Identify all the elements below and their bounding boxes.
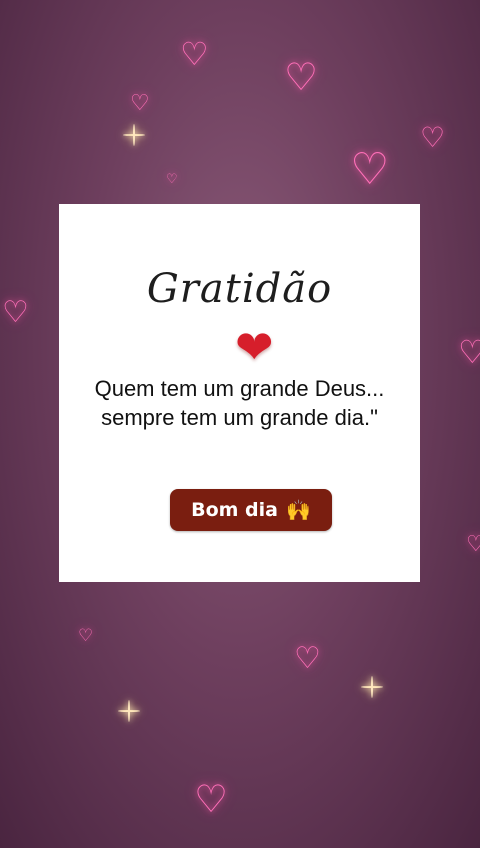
title-area: Gratidão: [59, 266, 420, 312]
sparkle-icon: [123, 124, 145, 146]
bom-dia-badge: Bom dia 🙌: [170, 489, 332, 531]
heart-icon: ♡: [78, 626, 94, 646]
sparkle-icon: [118, 700, 140, 722]
heart-icon: ♡: [284, 55, 319, 99]
heart-icon: ♡: [294, 641, 321, 676]
heart-icon: ♡: [466, 532, 480, 557]
heart-icon: ♡: [458, 333, 480, 371]
heart-icon: ♡: [194, 777, 229, 821]
sparkle-icon: [361, 676, 383, 698]
heart-icon: ♡: [420, 121, 446, 154]
heart-icon: ♡: [180, 35, 209, 73]
message-card: Gratidão ❤ Quem tem um grande Deus... se…: [59, 204, 420, 582]
heart-icon: ♡: [350, 144, 390, 195]
heart-icon: ♡: [166, 172, 178, 187]
card-title: Gratidão: [146, 266, 333, 312]
heart-icon: ♡: [130, 91, 150, 116]
heart-icon: ♡: [2, 295, 29, 330]
raised-hands-icon: 🙌: [285, 498, 311, 522]
bom-dia-label: Bom dia: [191, 499, 278, 521]
quote-text: Quem tem um grande Deus... sempre tem um…: [94, 376, 385, 430]
red-heart-icon: ❤: [235, 320, 274, 374]
